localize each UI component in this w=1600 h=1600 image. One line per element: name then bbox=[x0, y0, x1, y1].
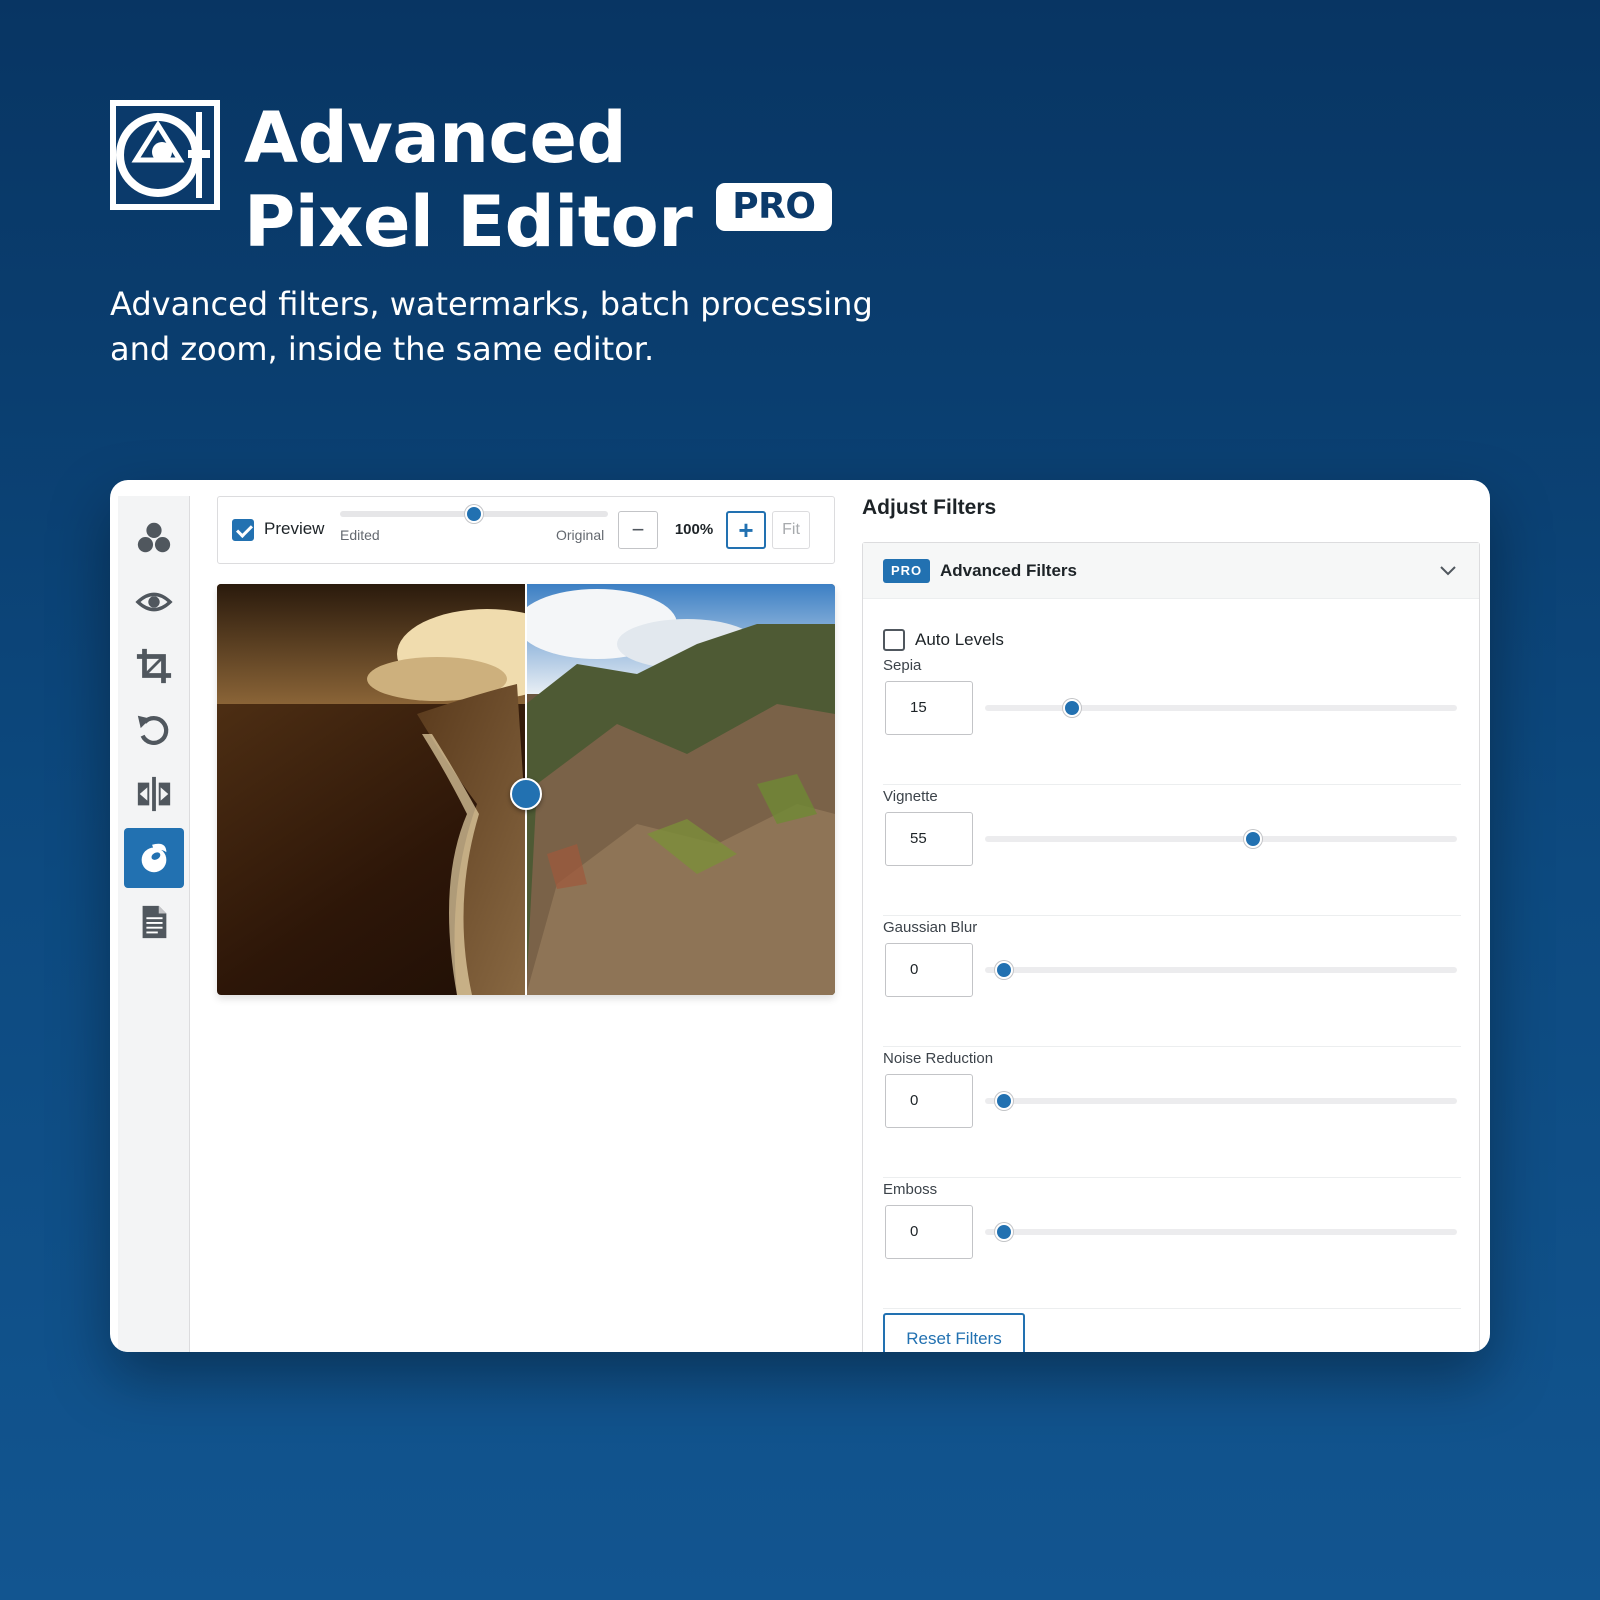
hero-title: Advanced Pixel Editor PRO bbox=[244, 96, 832, 264]
filter-row-emboss: Emboss 0 bbox=[883, 1181, 1461, 1309]
original-label: Original bbox=[556, 527, 605, 543]
zoom-fit-button[interactable]: Fit bbox=[772, 511, 810, 549]
eye-icon bbox=[135, 592, 173, 612]
crop-icon bbox=[136, 648, 172, 684]
filter-label: Gaussian Blur bbox=[883, 919, 978, 936]
rotate-icon bbox=[137, 715, 169, 745]
emboss-slider-thumb[interactable] bbox=[994, 1223, 1013, 1241]
auto-levels-checkbox[interactable] bbox=[883, 629, 905, 651]
flip-icon bbox=[137, 776, 171, 812]
gaussian-blur-input[interactable]: 0 bbox=[885, 943, 973, 997]
filter-row-gaussian-blur: Gaussian Blur 0 bbox=[883, 919, 1461, 1047]
sepia-slider-thumb[interactable] bbox=[1062, 699, 1081, 717]
compare-slider[interactable] bbox=[340, 505, 608, 523]
sidebar-item-rotate[interactable] bbox=[124, 700, 184, 760]
sidebar-item-flip[interactable] bbox=[124, 764, 184, 824]
filter-label: Vignette bbox=[883, 788, 938, 805]
compare-divider-handle[interactable] bbox=[510, 778, 542, 810]
sidebar-item-crop[interactable] bbox=[124, 636, 184, 696]
vignette-slider-thumb[interactable] bbox=[1244, 830, 1263, 848]
edited-label: Edited bbox=[340, 527, 380, 543]
tool-sidebar bbox=[118, 496, 190, 1352]
pro-badge-small: PRO bbox=[883, 559, 931, 583]
sidebar-item-filters[interactable] bbox=[124, 828, 184, 888]
vignette-slider[interactable] bbox=[985, 830, 1457, 848]
noise-reduction-input[interactable]: 0 bbox=[885, 1074, 973, 1128]
preview-toolbar: Preview Edited Original − 100% + Fit bbox=[217, 496, 835, 564]
preview-label: Preview bbox=[264, 519, 325, 538]
camera-aperture-logo bbox=[110, 100, 220, 210]
gaussian-blur-slider[interactable] bbox=[985, 961, 1457, 979]
auto-levels-label: Auto Levels bbox=[915, 630, 1004, 649]
compare-slider-thumb[interactable] bbox=[465, 505, 483, 523]
sepia-input[interactable]: 15 bbox=[885, 681, 973, 735]
pro-badge: PRO bbox=[716, 183, 832, 231]
reset-filters-button[interactable]: Reset Filters bbox=[883, 1313, 1025, 1352]
zoom-level: 100% bbox=[674, 521, 714, 538]
filter-label: Noise Reduction bbox=[883, 1050, 994, 1067]
filter-label: Emboss bbox=[883, 1181, 938, 1198]
hero-title-line1: Advanced bbox=[244, 97, 627, 179]
zoom-out-button[interactable]: − bbox=[618, 511, 658, 549]
noise-reduction-slider-thumb[interactable] bbox=[994, 1092, 1013, 1110]
advanced-filters-header[interactable]: PRO Advanced Filters bbox=[863, 543, 1479, 599]
filter-row-vignette: Vignette 55 bbox=[883, 788, 1461, 916]
filter-row-noise-reduction: Noise Reduction 0 bbox=[883, 1050, 1461, 1178]
advanced-filters-panel: PRO Advanced Filters Auto Levels Sepia 1… bbox=[862, 542, 1480, 1352]
filter-label: Sepia bbox=[883, 657, 922, 674]
sidebar-item-export[interactable] bbox=[124, 892, 184, 952]
vignette-input[interactable]: 55 bbox=[885, 812, 973, 866]
editor-window: Preview Edited Original − 100% + Fit Adj… bbox=[110, 480, 1490, 1352]
zoom-in-button[interactable]: + bbox=[726, 511, 766, 549]
emboss-input[interactable]: 0 bbox=[885, 1205, 973, 1259]
noise-reduction-slider[interactable] bbox=[985, 1092, 1457, 1110]
preview-checkbox[interactable] bbox=[232, 519, 254, 541]
sidebar-item-preview[interactable] bbox=[124, 572, 184, 632]
panel-heading: Adjust Filters bbox=[862, 496, 997, 519]
hero-title-line2: Pixel Editor bbox=[244, 181, 693, 263]
emboss-slider[interactable] bbox=[985, 1223, 1457, 1241]
filter-icon bbox=[141, 843, 167, 873]
filter-row-sepia: Sepia 15 bbox=[883, 657, 1461, 785]
image-compare-view[interactable] bbox=[217, 584, 835, 995]
circles-icon bbox=[137, 522, 171, 553]
chevron-down-icon bbox=[1440, 566, 1456, 576]
gaussian-blur-slider-thumb[interactable] bbox=[994, 961, 1013, 979]
sepia-slider[interactable] bbox=[985, 699, 1457, 717]
hero-subtitle: Advanced filters, watermarks, batch proc… bbox=[110, 285, 873, 368]
sidebar-item-presets[interactable] bbox=[124, 508, 184, 568]
advanced-filters-title: Advanced Filters bbox=[940, 561, 1077, 580]
document-icon bbox=[142, 905, 167, 939]
